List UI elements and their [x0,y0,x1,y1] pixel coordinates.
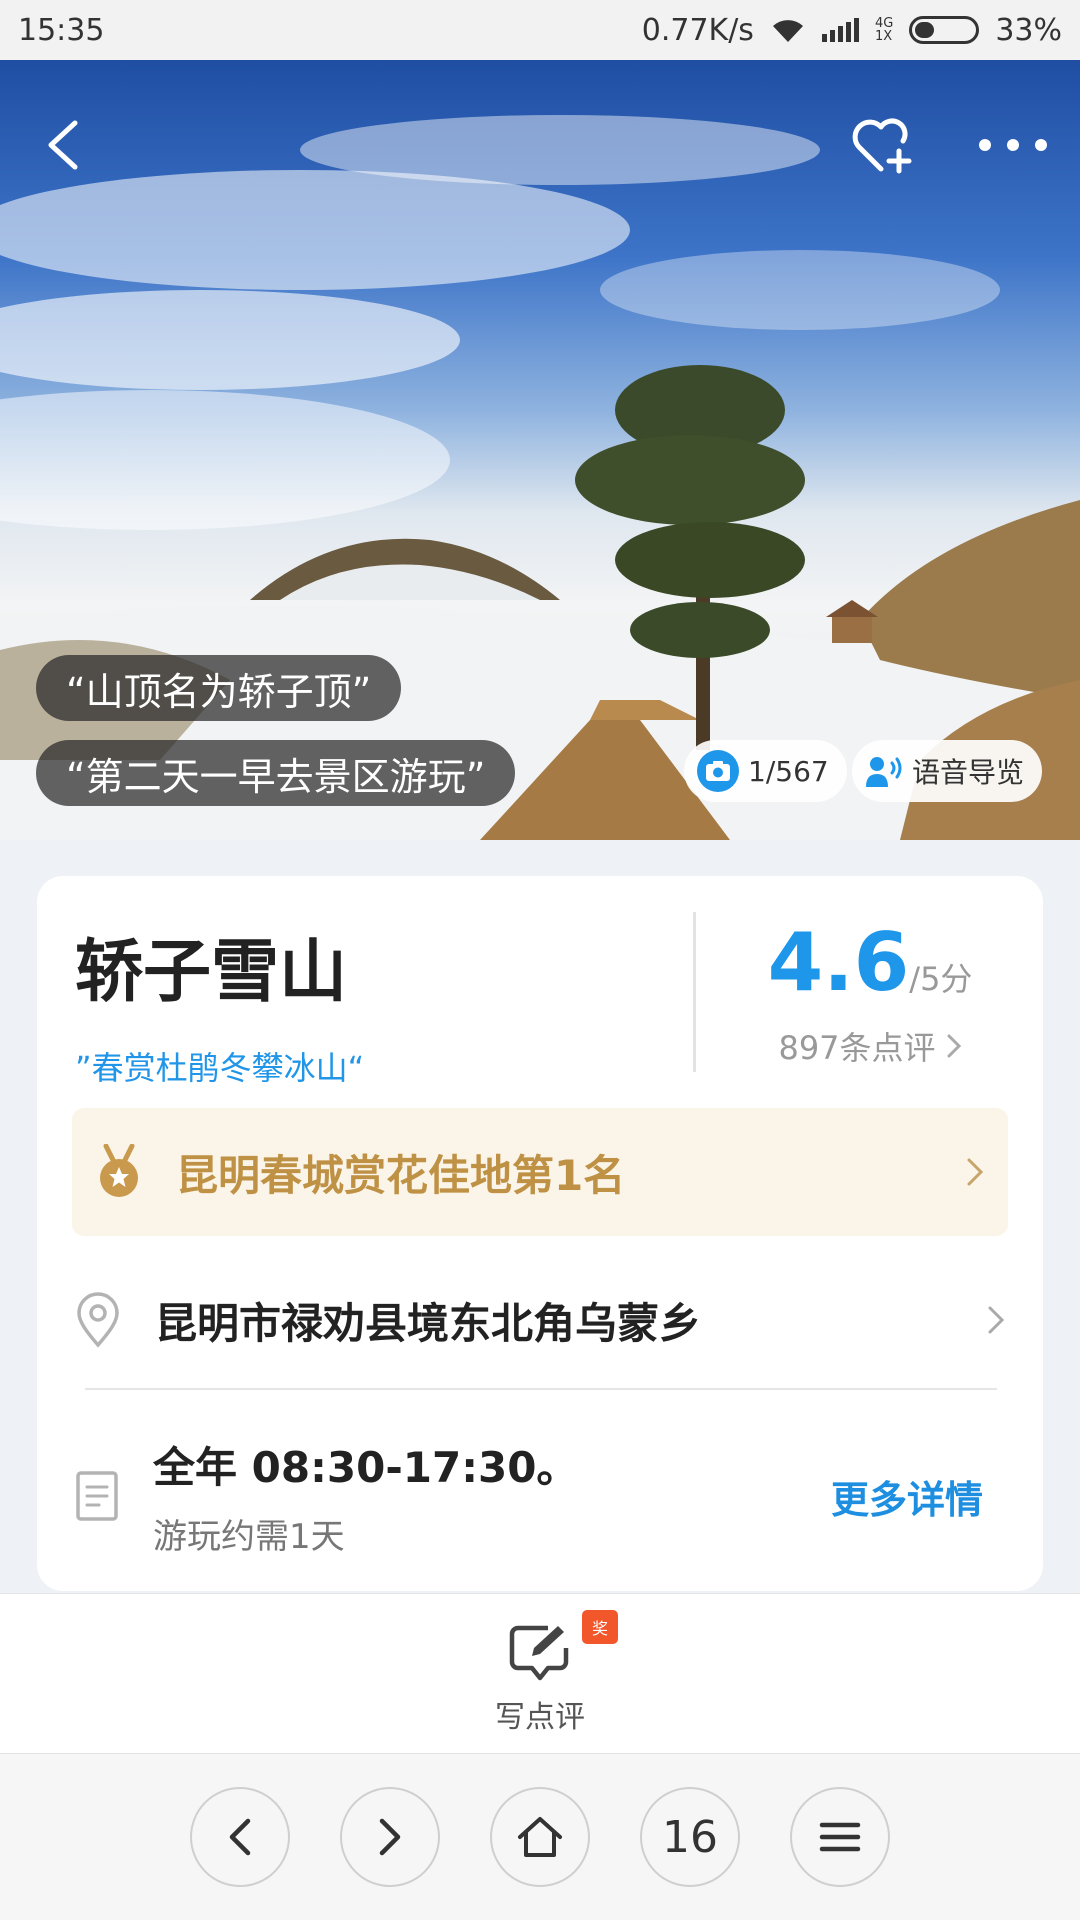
opening-hours: 全年 08:30-17:30。 [153,1443,579,1492]
cell-signal-icon [821,18,859,42]
chevron-right-icon [967,1158,984,1186]
back-button[interactable] [18,100,108,190]
medal-icon [100,1144,138,1197]
menu-icon [819,1822,861,1852]
attraction-slogan: ”春赏杜鹃冬攀冰山“ [75,1049,365,1087]
camera-icon [697,750,739,792]
attraction-info-card: 轿子雪山 ”春赏杜鹃冬攀冰山“ 4.6 /5分 897条点评 昆明春城赏花佳地第… [37,876,1043,1591]
edit-review-icon [509,1625,569,1681]
review-count: 897条点评 [778,1029,936,1067]
home-icon [518,1817,562,1857]
location-pin-icon [77,1292,119,1348]
audio-guide-label: 语音导览 [912,756,1025,789]
audio-guide-icon [866,757,902,787]
network-type: 4G 1X [875,17,893,43]
write-review-button[interactable]: 写点评 [490,1622,590,1736]
favorite-add-icon [852,118,912,174]
write-review-label: 写点评 [495,1700,585,1735]
browser-forward-button[interactable] [340,1787,440,1887]
row-divider [85,1388,997,1390]
battery-fill [915,22,935,38]
net-type-bottom: 1X [874,29,893,44]
ranking-text: 昆明春城赏花佳地第1名 [176,1150,626,1200]
rating-max: /5分 [909,960,973,998]
hours-block: 全年 08:30-17:30。 游玩约需1天 [153,1434,831,1558]
favorite-button[interactable] [838,100,928,190]
header-divider [693,912,696,1072]
quote-tag-2[interactable]: “第二天一早去景区游玩” [36,740,516,806]
hero-photo[interactable]: “山顶名为轿子顶” “第二天一早去景区游玩” 1/567 语音导览 [0,60,1080,840]
attraction-title: 轿子雪山 [75,933,348,1012]
visit-duration: 游玩约需1天 [153,1517,345,1557]
chevron-right-icon [379,1818,401,1856]
quote-tag-1[interactable]: “山顶名为轿子顶” [36,655,402,721]
audio-guide-chip[interactable]: 语音导览 [852,740,1043,802]
rating-score: 4.6 [767,916,910,1009]
chevron-right-icon [988,1306,1005,1334]
tabs-count: 16 [662,1811,718,1863]
rating-block[interactable]: 4.6 /5分 897条点评 [697,916,1043,1069]
title-block: 轿子雪山 ”春赏杜鹃冬攀冰山“ [75,916,364,1089]
ranking-banner[interactable]: 昆明春城赏花佳地第1名 [72,1108,1008,1236]
browser-tabs-button[interactable]: 16 [640,1787,740,1887]
hours-row[interactable]: 全年 08:30-17:30。 游玩约需1天 更多详情 [75,1434,1005,1558]
score-line: 4.6 /5分 [697,916,1043,1009]
chevron-left-icon [229,1818,251,1856]
photo-counter-chip[interactable]: 1/567 [684,740,847,802]
review-count-link[interactable]: 897条点评 [697,1023,1043,1069]
battery-icon [909,16,980,44]
chevron-right-icon [947,1034,961,1058]
more-button[interactable] [968,100,1058,190]
write-review-bar: 写点评 奖 [0,1593,1080,1753]
browser-nav-bar: 16 [0,1753,1080,1920]
more-icon [979,139,1047,151]
status-time: 15:35 [18,12,105,48]
browser-home-button[interactable] [490,1787,590,1887]
more-details-link[interactable]: 更多详情 [831,1469,983,1524]
award-badge: 奖 [582,1610,618,1644]
document-icon [76,1471,118,1521]
status-bar: 15:35 0.77K/s 4G 1X 33% [0,0,1080,60]
status-indicators: 0.77K/s 4G 1X 33% [642,13,1062,48]
wifi-icon [772,20,803,42]
browser-menu-button[interactable] [790,1787,890,1887]
browser-back-button[interactable] [190,1787,290,1887]
back-icon [48,120,78,170]
battery-percent: 33% [995,12,1062,48]
photo-counter: 1/567 [748,754,829,788]
address-row[interactable]: 昆明市禄劝县境东北角乌蒙乡 [75,1252,1005,1388]
address-text: 昆明市禄劝县境东北角乌蒙乡 [155,1298,702,1348]
network-speed: 0.77K/s [641,12,754,48]
